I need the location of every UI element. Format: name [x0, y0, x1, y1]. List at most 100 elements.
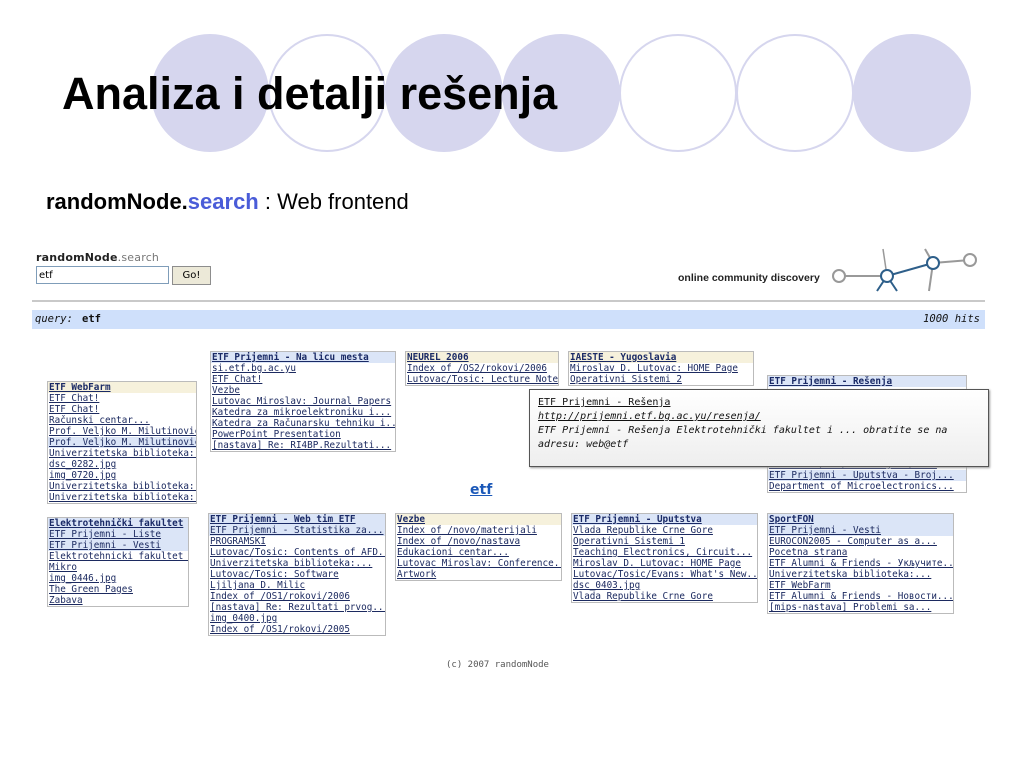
cluster-link[interactable]: img_0720.jpg	[48, 470, 196, 481]
slide-subtitle: randomNode.search : Web frontend	[46, 189, 409, 215]
cluster-link[interactable]: Prof. Veljko M. Milutinovic,...	[48, 426, 196, 437]
app-logo[interactable]: randomNode.search	[36, 251, 159, 264]
app-screenshot: randomNode.search Go! online community d…	[30, 245, 989, 685]
decor-circle-6	[736, 34, 854, 152]
cluster-title[interactable]: IAESTE - Yugoslavia	[569, 352, 753, 363]
network-graph-icon	[832, 248, 977, 292]
cluster-link[interactable]: PROGRAMSKI	[209, 536, 385, 547]
cluster-link[interactable]: Miroslav D. Lutovac: HOME Page	[572, 558, 757, 569]
cluster-link[interactable]: img_0400.jpg	[209, 613, 385, 624]
cluster-link[interactable]: Univerzitetska biblioteka:...	[48, 448, 196, 459]
query-label: query:	[35, 313, 73, 325]
cluster-link[interactable]: Lutovac/Tosic: Lecture Notes	[406, 374, 558, 385]
cluster-link[interactable]: Katedra za Računarsku tehniku i...	[211, 418, 395, 429]
query-term: etf	[82, 313, 101, 325]
cluster-link[interactable]: ETF Chat!	[211, 374, 395, 385]
cluster-link[interactable]: [mips-nastava] Problemi sa...	[768, 602, 953, 613]
subtitle-search: search	[187, 189, 259, 214]
cluster-link[interactable]: Vlada Republike Crne Gore	[572, 591, 757, 602]
cluster-link[interactable]: ETF Alumni & Friends - Новости...	[768, 591, 953, 602]
cluster-link[interactable]: ETF WebFarm	[768, 580, 953, 591]
cluster-link[interactable]: Lutovac Miroslav: Conference...	[396, 558, 561, 569]
cluster-link[interactable]: Računski centar...	[48, 415, 196, 426]
cluster-title[interactable]: NEUREL 2006	[406, 352, 558, 363]
cluster-link[interactable]: Vlada Republike Crne Gore	[572, 525, 757, 536]
cluster-link[interactable]: Univerzitetska biblioteka:...	[768, 569, 953, 580]
cluster-link[interactable]: Miroslav D. Lutovac: HOME Page	[569, 363, 753, 374]
cluster-link[interactable]: Department of Microelectronics...	[768, 481, 966, 492]
cluster-title[interactable]: ETF Prijemni - Web tim ETF	[209, 514, 385, 525]
decor-circle-5	[619, 34, 737, 152]
cluster-link[interactable]: Univerzitetska biblioteka:...	[48, 492, 196, 503]
cluster-link[interactable]: Lutovac Miroslav: Journal Papers	[211, 396, 395, 407]
cluster-link[interactable]: Index of /novo/nastava	[396, 536, 561, 547]
cluster-link[interactable]: ETF Prijemni - Statistika za...	[209, 525, 385, 536]
tagline: online community discovery	[678, 272, 820, 284]
search-input[interactable]	[36, 266, 169, 284]
cluster-link[interactable]: [nastava] Re: Rezultati prvog...	[209, 602, 385, 613]
cluster-link[interactable]: ETF Prijemni - Vesti	[48, 540, 188, 551]
cluster-link[interactable]: Teaching Electronics, Circuit...	[572, 547, 757, 558]
cluster-title[interactable]: SportFON	[768, 514, 953, 525]
cluster-box: ETF WebFarm ETF Chat! ETF Chat! Računski ce…	[47, 381, 197, 504]
cluster-link[interactable]: Operativni Sistemi 1	[572, 536, 757, 547]
cluster-link[interactable]: EUROCON2005 - Computer as a...	[768, 536, 953, 547]
cluster-link[interactable]: ETF Prijemni - Vesti	[768, 525, 953, 536]
cluster-link[interactable]: Index of /OS1/rokovi/2005	[209, 624, 385, 635]
cluster-link[interactable]: Ljiljana D. Milic	[209, 580, 385, 591]
cluster-link[interactable]: The Green Pages	[48, 584, 188, 595]
cluster-link[interactable]: ETF Chat!	[48, 393, 196, 404]
cluster-title[interactable]: ETF WebFarm	[48, 382, 196, 393]
cluster-link[interactable]: Index of /novo/materijali	[396, 525, 561, 536]
cluster-link[interactable]: ETF Chat!	[48, 404, 196, 415]
cluster-link[interactable]: Operativni Sistemi 2	[569, 374, 753, 385]
cluster-link[interactable]: Zabava	[48, 595, 188, 606]
cluster-link[interactable]: ETF Prijemni - Uputstva - Broj...	[768, 470, 966, 481]
cluster-link[interactable]: si.etf.bg.ac.yu	[211, 363, 395, 374]
cluster-box: Vezbe Index of /novo/materijali Index of /…	[395, 513, 562, 581]
hits-count: 1000 hits	[923, 313, 980, 325]
query-bar: query: etf 1000 hits	[32, 310, 985, 329]
cluster-link[interactable]: Katedra za mikroelektroniku i...	[211, 407, 395, 418]
cluster-link[interactable]: Mikro	[48, 562, 188, 573]
subtitle-brand: randomNode.	[46, 189, 188, 214]
cluster-link[interactable]: Pocetna strana	[768, 547, 953, 558]
cluster-link[interactable]: PowerPoint Presentation	[211, 429, 395, 440]
go-button[interactable]: Go!	[172, 266, 211, 285]
cluster-link[interactable]: Lutovac/Tosic: Software	[209, 569, 385, 580]
cluster-link[interactable]: Vezbe	[211, 385, 395, 396]
cluster-box: ETF Prijemni - Na licu mesta si.etf.bg.ac…	[210, 351, 396, 452]
cluster-link[interactable]: [nastava] Re: RI4BP.Rezultati...	[211, 440, 395, 451]
cluster-link[interactable]: Univerzitetska biblioteka:...	[48, 481, 196, 492]
cluster-link[interactable]: dsc_0403.jpg	[572, 580, 757, 591]
cluster-link[interactable]: Lutovac/Tosic: Contents of AFD...	[209, 547, 385, 558]
cluster-link[interactable]: Artwork	[396, 569, 561, 580]
cluster-link[interactable]: dsc_0282.jpg	[48, 459, 196, 470]
cluster-box: SportFON ETF Prijemni - Vesti EUROCON2005 …	[767, 513, 954, 614]
cluster-link[interactable]: img_0446.jpg	[48, 573, 188, 584]
header-divider	[32, 300, 985, 302]
cluster-link[interactable]: Index of /OS1/rokovi/2006	[209, 591, 385, 602]
cluster-link[interactable]: Prof. Veljko M. Milutinovic,...	[48, 437, 196, 448]
logo-bold: randomNode	[36, 251, 118, 264]
cluster-title[interactable]: Elektrotehnički fakultet	[48, 518, 188, 529]
cluster-link[interactable]: Edukacioni centar...	[396, 547, 561, 558]
cluster-link[interactable]: ETF Alumni & Friends - Укључите...	[768, 558, 953, 569]
cluster-link[interactable]: Index of /OS2/rokovi/2006	[406, 363, 558, 374]
cluster-box: Elektrotehnički fakultet ETF Prijemni - L…	[47, 517, 189, 607]
cluster-link[interactable]: Elektrotehnicki fakultet -...	[48, 551, 188, 562]
cluster-title[interactable]: ETF Prijemni - Na licu mesta	[211, 352, 395, 363]
center-query-link[interactable]: etf	[470, 482, 492, 498]
cluster-title[interactable]: ETF Prijemni - Uputstva	[572, 514, 757, 525]
result-popup: ETF Prijemni - Rešenja http://prijemni.e…	[529, 389, 989, 467]
slide-title: Analiza i detalji rešenja	[62, 68, 558, 119]
cluster-title[interactable]: Vezbe	[396, 514, 561, 525]
subtitle-rest: : Web frontend	[258, 189, 409, 214]
cluster-link[interactable]: Univerzitetska biblioteka:...	[209, 558, 385, 569]
cluster-link[interactable]: ETF Prijemni - Liste	[48, 529, 188, 540]
popup-url[interactable]: http://prijemni.etf.bg.ac.yu/resenja/	[538, 410, 980, 424]
cluster-link[interactable]: Lutovac/Tosic/Evans: What's New...	[572, 569, 757, 580]
cluster-title[interactable]: ETF Prijemni - Rešenja	[768, 376, 966, 387]
decor-circle-7	[853, 34, 971, 152]
popup-title[interactable]: ETF Prijemni - Rešenja	[538, 396, 980, 410]
